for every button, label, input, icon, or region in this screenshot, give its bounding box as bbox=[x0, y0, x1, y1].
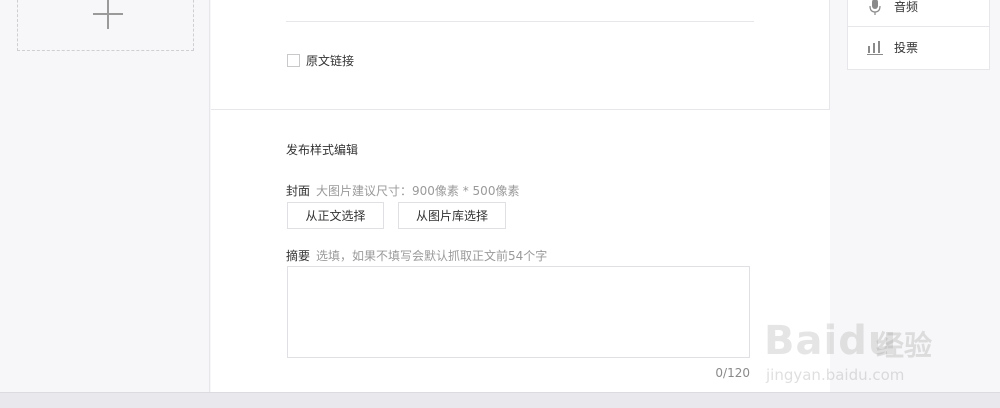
select-from-body-button[interactable]: 从正文选择 bbox=[287, 202, 384, 229]
section-title: 发布样式编辑 bbox=[286, 143, 359, 157]
select-from-library-button[interactable]: 从图片库选择 bbox=[398, 202, 506, 229]
insert-vote-label: 投票 bbox=[894, 40, 919, 55]
plus-icon-vertical bbox=[107, 0, 109, 29]
summary-label: 摘要 bbox=[286, 249, 311, 263]
summary-char-counter: 0/120 bbox=[715, 366, 750, 380]
original-link-label: 原文链接 bbox=[306, 54, 355, 68]
original-link-option[interactable]: 原文链接 bbox=[287, 52, 354, 69]
divider bbox=[286, 21, 754, 22]
insert-panel: 音频 投票 bbox=[847, 0, 990, 70]
insert-audio-label: 音频 bbox=[894, 0, 919, 14]
publish-settings-section: 发布样式编辑 封面 大图片建议尺寸：900像素 * 500像素 从正文选择 从图… bbox=[211, 109, 830, 392]
insert-audio-item[interactable]: 音频 bbox=[848, 0, 989, 27]
summary-hint: 选填，如果不填写会默认抓取正文前54个字 bbox=[316, 249, 548, 263]
summary-row: 摘要 选填，如果不填写会默认抓取正文前54个字 bbox=[286, 247, 547, 264]
bottom-bar bbox=[0, 392, 1000, 408]
left-column bbox=[0, 0, 210, 392]
cover-label: 封面 bbox=[286, 184, 311, 198]
summary-textarea[interactable] bbox=[287, 266, 750, 358]
insert-vote-item[interactable]: 投票 bbox=[848, 28, 989, 66]
cover-hint: 大图片建议尺寸：900像素 * 500像素 bbox=[316, 184, 520, 198]
watermark-cn: 经验 bbox=[876, 329, 933, 362]
bar-chart-icon bbox=[866, 38, 884, 56]
add-article-button[interactable] bbox=[17, 0, 194, 51]
cover-row: 封面 大图片建议尺寸：900像素 * 500像素 bbox=[286, 182, 519, 199]
microphone-icon bbox=[866, 0, 884, 16]
original-link-checkbox[interactable] bbox=[287, 54, 300, 67]
editor-main: 原文链接 发布样式编辑 封面 大图片建议尺寸：900像素 * 500像素 从正文… bbox=[211, 0, 830, 392]
